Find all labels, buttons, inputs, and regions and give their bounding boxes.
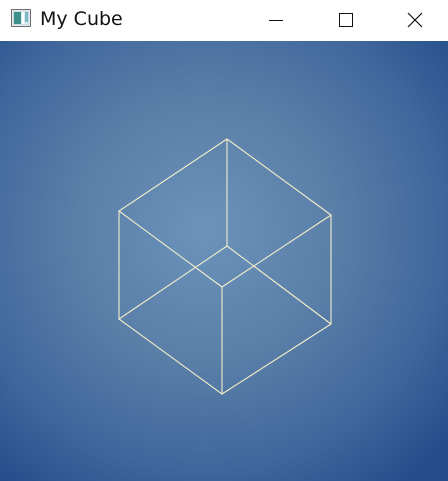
minimize-icon [269, 20, 283, 21]
minimize-button[interactable] [241, 0, 311, 40]
cube-edge [226, 245, 332, 325]
window-title: My Cube [40, 8, 123, 30]
maximize-button[interactable] [311, 0, 381, 40]
cube-edge [118, 210, 223, 288]
cube-edge [118, 138, 228, 212]
wireframe-cube [118, 138, 332, 395]
title-bar[interactable]: My Cube [0, 0, 448, 40]
close-icon [407, 12, 422, 28]
render-viewport[interactable] [0, 41, 448, 481]
app-window: My Cube [0, 0, 448, 481]
maximize-icon [339, 13, 353, 27]
cube-edge [221, 323, 332, 395]
cube-edge [226, 138, 332, 216]
close-button[interactable] [381, 0, 448, 40]
cube-edge [118, 318, 223, 395]
cube-canvas[interactable] [0, 41, 448, 481]
cube-edge [118, 245, 228, 320]
app-icon[interactable] [11, 9, 31, 27]
cube-edge [221, 214, 332, 288]
